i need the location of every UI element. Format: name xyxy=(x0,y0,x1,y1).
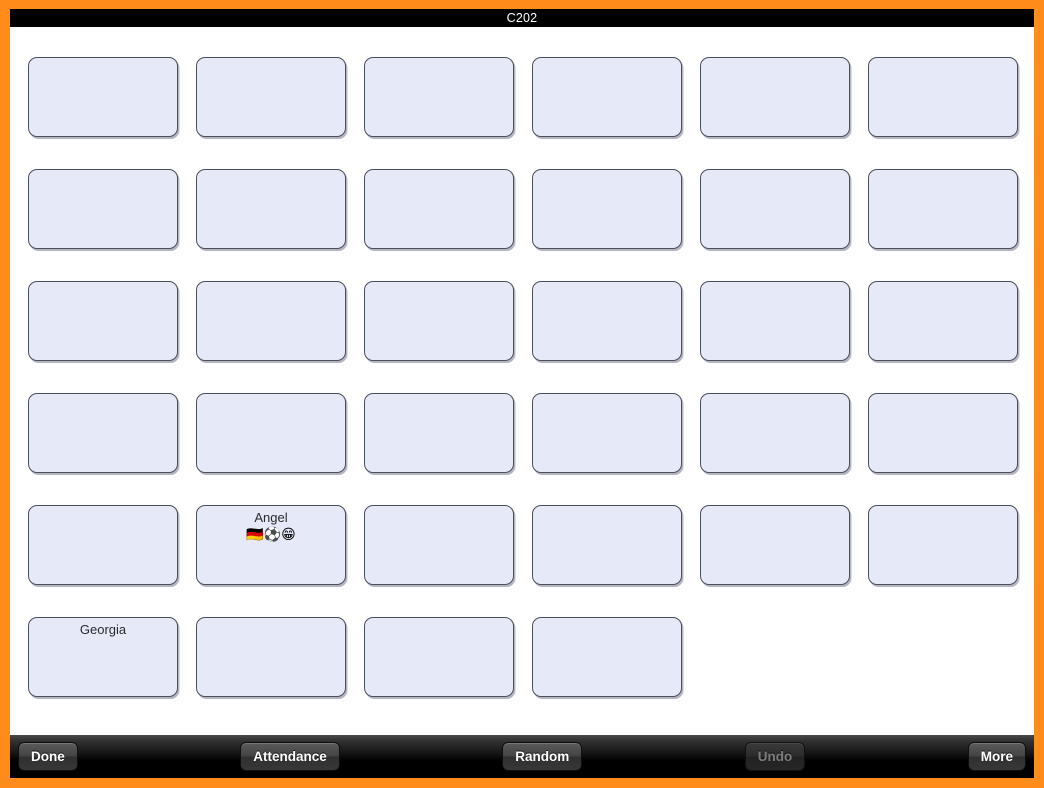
student-card-empty[interactable] xyxy=(28,57,178,137)
student-card-empty[interactable] xyxy=(868,505,1018,585)
student-card-empty[interactable] xyxy=(196,57,346,137)
student-badges: 🇩🇪⚽😁 xyxy=(246,527,296,543)
device-frame: C202 Angel 🇩🇪⚽😁 Georgia Done Attendance Ra… xyxy=(0,0,1044,788)
student-card-empty[interactable] xyxy=(532,281,682,361)
student-card-empty[interactable] xyxy=(28,169,178,249)
student-card-empty[interactable] xyxy=(196,617,346,697)
page-title: C202 xyxy=(506,11,538,25)
student-card-empty[interactable] xyxy=(364,57,514,137)
student-card-empty[interactable] xyxy=(532,617,682,697)
seating-chart-area[interactable]: Angel 🇩🇪⚽😁 Georgia xyxy=(10,27,1034,735)
random-button[interactable]: Random xyxy=(502,742,583,771)
student-card[interactable]: Georgia xyxy=(28,617,178,697)
student-card-empty[interactable] xyxy=(196,393,346,473)
student-card-empty[interactable] xyxy=(532,169,682,249)
student-card-empty[interactable] xyxy=(28,505,178,585)
student-name: Georgia xyxy=(79,622,127,637)
student-card-empty[interactable] xyxy=(196,169,346,249)
student-name: Angel xyxy=(254,510,288,525)
window-title-bar: C202 xyxy=(10,9,1034,27)
app-screen: C202 Angel 🇩🇪⚽😁 Georgia Done Attendance Ra… xyxy=(10,9,1034,778)
more-button[interactable]: More xyxy=(967,742,1027,771)
student-card-empty[interactable] xyxy=(700,169,850,249)
student-card-empty[interactable] xyxy=(532,393,682,473)
student-card-empty[interactable] xyxy=(700,393,850,473)
student-card-empty[interactable] xyxy=(196,281,346,361)
student-card-empty[interactable] xyxy=(364,617,514,697)
student-card-empty[interactable] xyxy=(364,169,514,249)
attendance-button[interactable]: Attendance xyxy=(240,742,340,771)
student-card-empty[interactable] xyxy=(364,393,514,473)
student-card-empty[interactable] xyxy=(868,57,1018,137)
student-card[interactable]: Angel 🇩🇪⚽😁 xyxy=(196,505,346,585)
student-card-empty[interactable] xyxy=(700,505,850,585)
student-card-empty[interactable] xyxy=(364,281,514,361)
student-card-empty[interactable] xyxy=(28,393,178,473)
student-card-empty[interactable] xyxy=(868,281,1018,361)
student-card-empty[interactable] xyxy=(868,169,1018,249)
undo-button[interactable]: Undo xyxy=(744,742,806,771)
student-card-empty[interactable] xyxy=(532,57,682,137)
student-card-empty[interactable] xyxy=(700,57,850,137)
student-card-empty[interactable] xyxy=(28,281,178,361)
student-card-empty[interactable] xyxy=(868,393,1018,473)
student-card-empty[interactable] xyxy=(532,505,682,585)
student-card-empty[interactable] xyxy=(700,281,850,361)
bottom-toolbar: Done Attendance Random Undo More xyxy=(10,735,1034,778)
done-button[interactable]: Done xyxy=(18,742,78,771)
student-seat-grid: Angel 🇩🇪⚽😁 Georgia xyxy=(10,47,1034,697)
student-card-empty[interactable] xyxy=(364,505,514,585)
